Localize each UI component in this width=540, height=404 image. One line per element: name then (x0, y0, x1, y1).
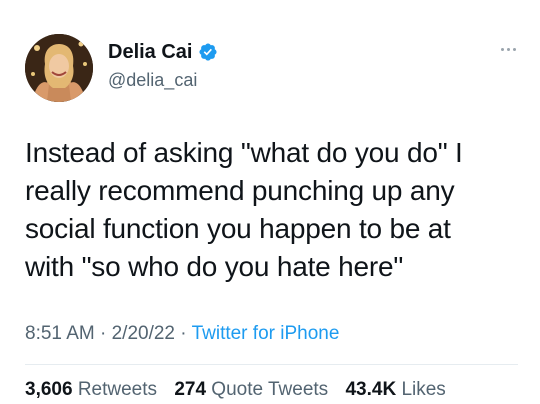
tweet-date[interactable]: 2/20/22 (112, 323, 175, 344)
avatar[interactable] (25, 34, 93, 102)
divider (25, 364, 518, 365)
tweet-text-line: with "so who do you hate here" (25, 251, 404, 282)
tweet-text: Instead of asking "what do you do" I rea… (25, 134, 525, 286)
tweet-meta: 8:51 AM · 2/20/22 · Twitter for iPhone (25, 322, 339, 346)
tweet-text-line: social function you happen to be at (25, 213, 451, 244)
tweet-stats: 3,606 Retweets 274 Quote Tweets 43.4K Li… (25, 378, 458, 402)
avatar-image (25, 34, 93, 102)
verified-badge-icon (198, 42, 218, 62)
tweet-card: Delia Cai @delia_cai Instead of asking "… (0, 0, 540, 404)
tweet-time[interactable]: 8:51 AM (25, 323, 95, 344)
quote-tweets-label: Quote Tweets (211, 379, 329, 400)
likes-label: Likes (401, 379, 446, 400)
more-dots-icon[interactable] (498, 44, 518, 54)
author-name-row: Delia Cai (108, 40, 218, 64)
tweet-text-line: really recommend punching up any (25, 175, 455, 206)
meta-separator: · (180, 323, 187, 344)
retweets-stat[interactable]: 3,606 Retweets (25, 379, 157, 400)
likes-count: 43.4K (345, 379, 397, 400)
author-display-name[interactable]: Delia Cai (108, 40, 192, 64)
retweets-label: Retweets (77, 379, 158, 400)
tweet-source-link[interactable]: Twitter for iPhone (192, 323, 340, 344)
quote-tweets-count: 274 (174, 379, 207, 400)
author-handle[interactable]: @delia_cai (108, 69, 197, 91)
quote-tweets-stat[interactable]: 274 Quote Tweets (174, 379, 328, 400)
retweets-count: 3,606 (25, 379, 73, 400)
likes-stat[interactable]: 43.4K Likes (345, 379, 445, 400)
tweet-text-line: Instead of asking "what do you do" I (25, 137, 463, 168)
meta-separator: · (100, 323, 107, 344)
